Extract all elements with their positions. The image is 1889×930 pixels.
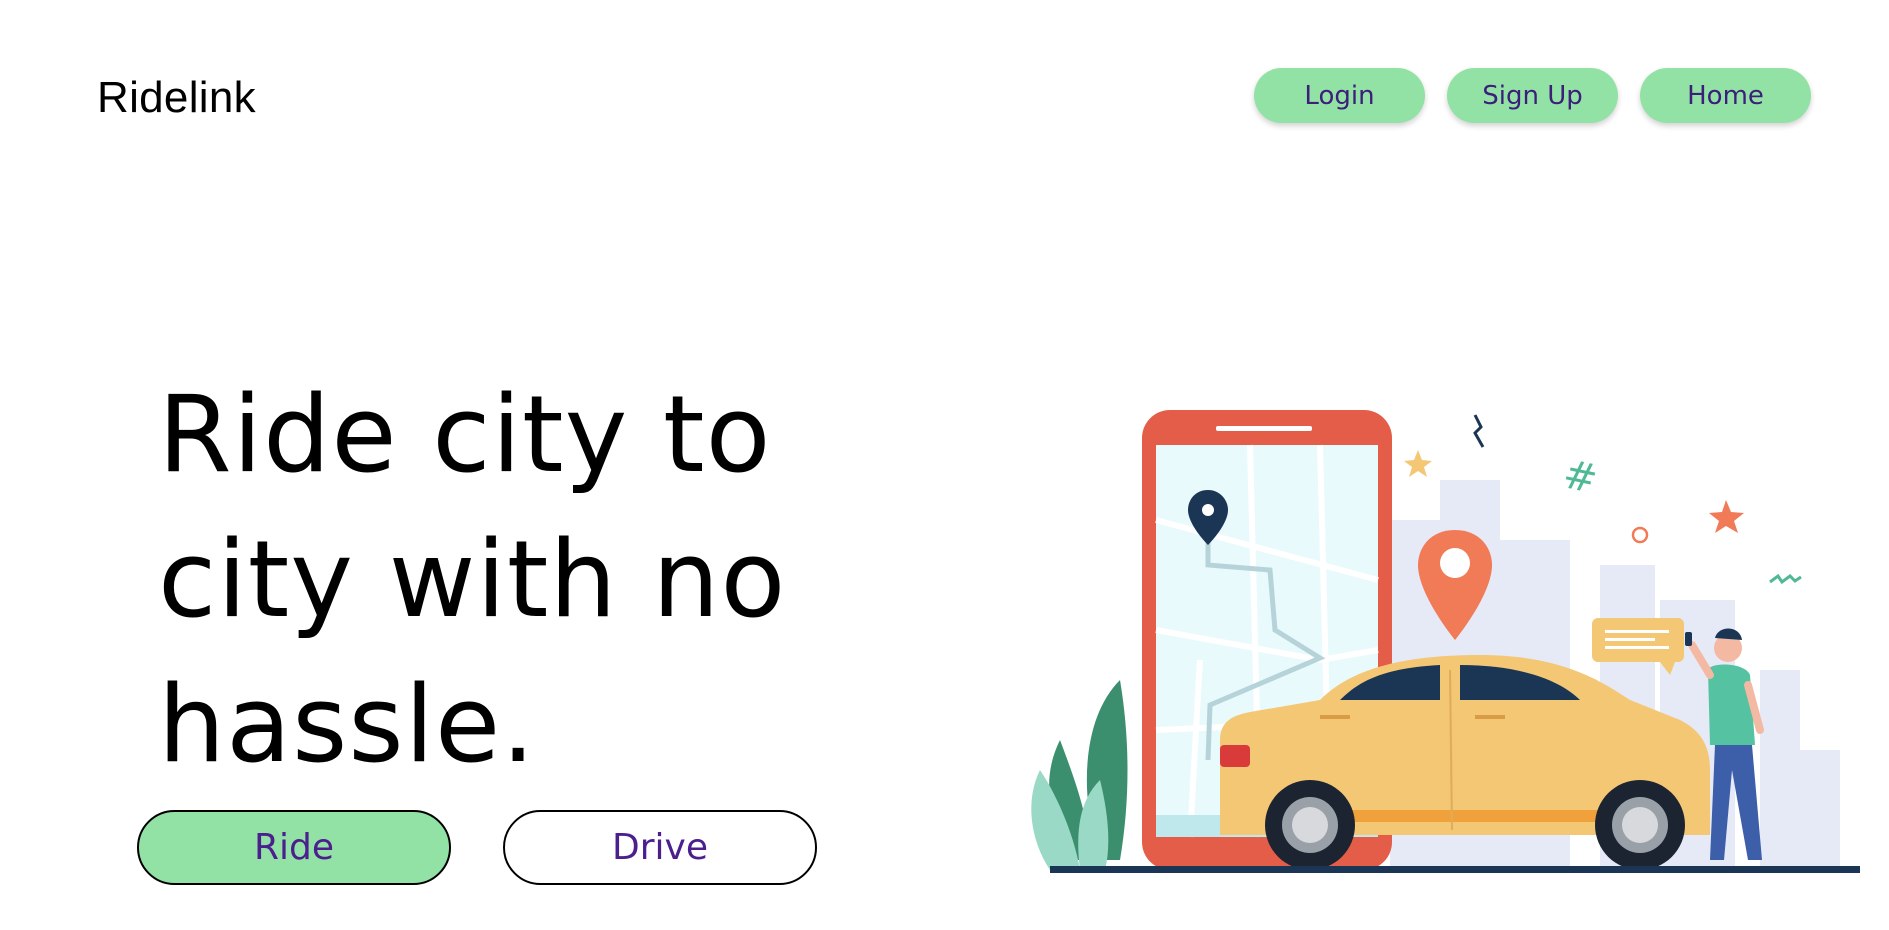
brand-logo[interactable]: Ridelink [97, 73, 256, 123]
plant-icon [1031, 680, 1128, 870]
headline-line-1: Ride city to [158, 373, 772, 496]
drive-button[interactable]: Drive [503, 810, 817, 885]
wheel-icon [1265, 780, 1355, 870]
cta-group: Ride Drive [137, 810, 817, 885]
login-button[interactable]: Login [1254, 68, 1425, 123]
signup-button[interactable]: Sign Up [1447, 68, 1618, 123]
headline-line-2: city with no [158, 518, 787, 641]
headline-line-3: hassle. [158, 663, 536, 786]
hashtag-icon: # [1559, 451, 1601, 503]
home-button[interactable]: Home [1640, 68, 1811, 123]
swirl-icon [1631, 526, 1649, 544]
star-icon [1404, 450, 1432, 477]
wheel-icon [1595, 780, 1685, 870]
zigzag-icon [1769, 573, 1802, 585]
squiggle-icon [1473, 414, 1485, 448]
star-icon-red [1709, 500, 1744, 533]
hero-headline: Ride city to city with no hassle. [158, 362, 918, 797]
ride-button[interactable]: Ride [137, 810, 451, 885]
hero-illustration: # [1031, 410, 1860, 873]
top-nav: Login Sign Up Home [1254, 68, 1811, 123]
ground-line [1050, 866, 1860, 873]
